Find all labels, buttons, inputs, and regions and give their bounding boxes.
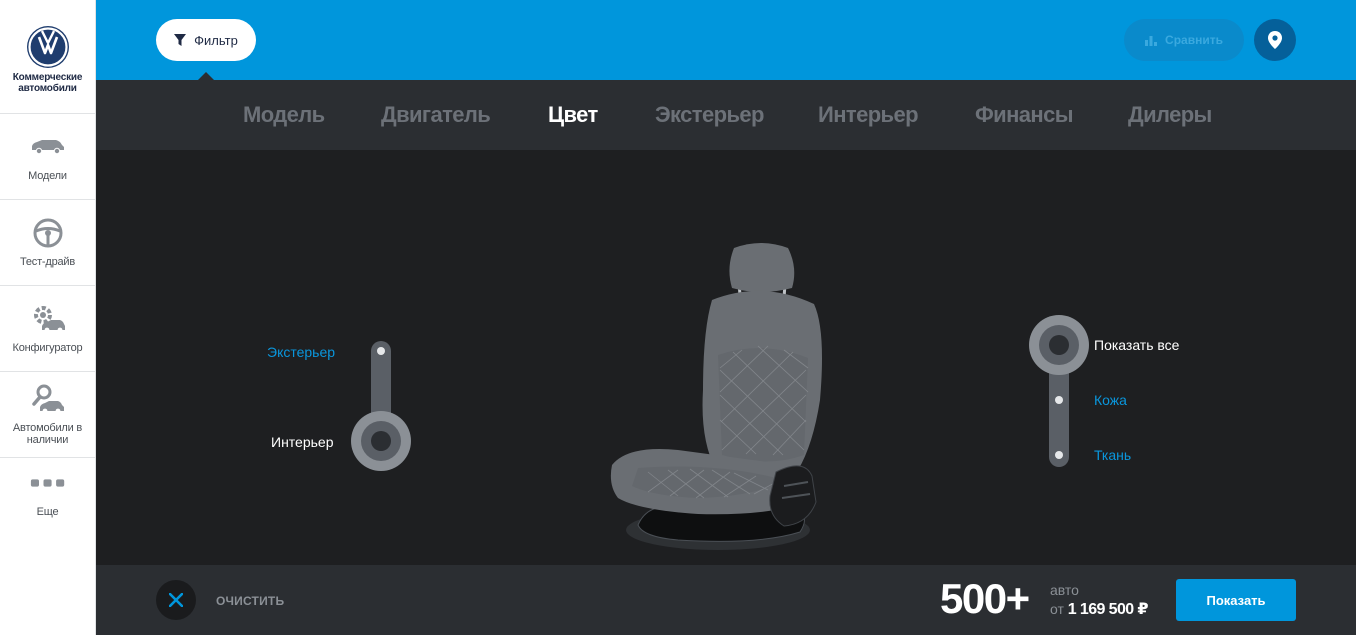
filter-tabs: Модель Двигатель Цвет Экстерьер Интерьер… <box>96 80 1356 150</box>
price-value: 1 169 500 ₽ <box>1067 601 1149 618</box>
clear-button[interactable] <box>156 580 196 620</box>
compare-label: Сравнить <box>1165 33 1223 47</box>
sidebar-item-more[interactable]: Еще <box>0 458 95 528</box>
sidebar-item-label: Модели <box>28 169 67 182</box>
clear-label[interactable]: ОЧИСТИТЬ <box>216 594 284 608</box>
car-seat-image <box>610 243 822 550</box>
brand-name: Коммерческие автомобили <box>12 72 83 94</box>
material-option-all[interactable]: Показать все <box>1094 337 1179 353</box>
tab-engine[interactable]: Двигатель <box>381 80 491 150</box>
tab-color[interactable]: Цвет <box>548 80 598 150</box>
material-option-fabric[interactable]: Ткань <box>1094 447 1131 463</box>
gear-car-icon <box>30 304 66 334</box>
more-dots-icon <box>30 468 66 498</box>
price-prefix: от <box>1050 601 1064 617</box>
steering-wheel-icon <box>30 218 66 248</box>
sidebar-item-in-stock[interactable]: Автомобили в наличии <box>0 372 95 458</box>
vw-logo-icon <box>26 26 69 68</box>
compare-button[interactable]: Сравнить <box>1124 19 1244 61</box>
car-search-icon <box>30 384 66 414</box>
results-price: от 1 169 500 ₽ <box>1050 599 1149 619</box>
bar-chart-icon <box>1145 36 1158 46</box>
brand-block[interactable]: Коммерческие автомобили <box>0 0 95 114</box>
filter-button[interactable]: Фильтр <box>156 19 256 61</box>
sidebar-item-label: Автомобили в наличии <box>12 421 83 446</box>
area-option-interior[interactable]: Интерьер <box>271 434 334 450</box>
location-button[interactable] <box>1254 19 1296 61</box>
show-button[interactable]: Показать <box>1176 579 1296 621</box>
tab-dealers[interactable]: Дилеры <box>1128 80 1212 150</box>
brand-line-1: Коммерческие <box>12 72 83 83</box>
results-count: 500+ <box>940 575 1030 622</box>
tab-exterior[interactable]: Экстерьер <box>655 80 764 150</box>
sidebar-item-label: Еще <box>36 506 59 518</box>
color-configurator: Экстерьер Интерьер Показать все Кожа Тка… <box>96 150 1356 565</box>
car-icon <box>30 132 66 162</box>
close-icon <box>169 593 183 607</box>
material-switch[interactable] <box>1028 314 1090 474</box>
area-switch-dot <box>377 347 385 355</box>
results-unit: авто <box>1050 582 1079 598</box>
sidebar: Коммерческие автомобили Модели Тест-драй… <box>0 0 96 635</box>
area-switch[interactable] <box>346 338 416 478</box>
bottom-bar: ОЧИСТИТЬ 500+ авто от 1 169 500 ₽ Показа… <box>96 565 1356 635</box>
sidebar-item-label: Тест-драйв <box>19 255 76 268</box>
material-switch-dot-fabric <box>1055 451 1063 459</box>
material-option-leather[interactable]: Кожа <box>1094 392 1127 408</box>
filter-label: Фильтр <box>194 32 238 48</box>
location-pin-icon <box>1268 31 1282 49</box>
tab-interior[interactable]: Интерьер <box>818 80 919 150</box>
sidebar-item-test-drive[interactable]: Тест-драйв <box>0 200 95 286</box>
material-switch-dot-leather <box>1055 396 1063 404</box>
tab-model[interactable]: Модель <box>243 80 325 150</box>
area-option-exterior[interactable]: Экстерьер <box>267 344 335 360</box>
filter-icon <box>174 34 187 46</box>
top-bar: Фильтр Сравнить <box>96 0 1356 81</box>
tab-finance[interactable]: Финансы <box>975 80 1074 150</box>
brand-line-2: автомобили <box>18 83 77 94</box>
sidebar-item-label: Конфигуратор <box>12 341 83 354</box>
sidebar-item-models[interactable]: Модели <box>0 114 95 200</box>
sidebar-item-configurator[interactable]: Конфигуратор <box>0 286 95 372</box>
